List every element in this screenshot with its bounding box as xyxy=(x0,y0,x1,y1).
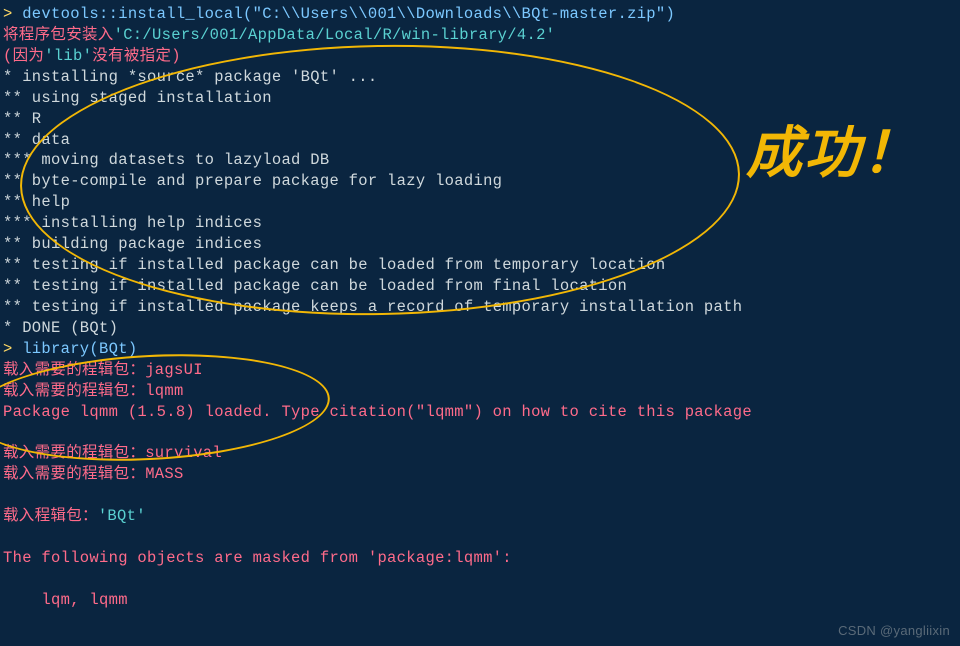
load-msg: 载入需要的程辑包：survival xyxy=(3,443,957,464)
prompt-char: > xyxy=(3,340,22,358)
success-annotation: 成功！ xyxy=(746,115,920,191)
mask-items: lqm, lqmm xyxy=(3,590,957,611)
prompt-char: > xyxy=(3,5,22,23)
install-output: *** installing help indices xyxy=(3,213,957,234)
mask-msg: The following objects are masked from 'p… xyxy=(3,548,957,569)
install-output: ** building package indices xyxy=(3,234,957,255)
install-output: ** testing if installed package can be l… xyxy=(3,276,957,297)
blank-line xyxy=(3,485,957,506)
install-msg-1: 将程序包安装入'C:/Users/001/AppData/Local/R/win… xyxy=(3,25,957,46)
command-line-1: > devtools::install_local("C:\\Users\\00… xyxy=(3,4,957,25)
load-msg: 载入需要的程辑包：jagsUI xyxy=(3,360,957,381)
terminal-output: > devtools::install_local("C:\\Users\\00… xyxy=(3,4,957,611)
blank-line xyxy=(3,422,957,443)
blank-line xyxy=(3,527,957,548)
blank-line xyxy=(3,569,957,590)
command-line-2: > library(BQt) xyxy=(3,339,957,360)
install-output: ** testing if installed package keeps a … xyxy=(3,297,957,318)
load-msg: 载入程辑包：'BQt' xyxy=(3,506,957,527)
install-output: ** using staged installation xyxy=(3,88,957,109)
load-msg: 载入需要的程辑包：lqmm xyxy=(3,381,957,402)
command-text: library(BQt) xyxy=(22,340,137,358)
watermark: CSDN @yangliixin xyxy=(838,622,950,640)
package-loaded-msg: Package lqmm (1.5.8) loaded. Type citati… xyxy=(3,402,957,423)
install-output: ** testing if installed package can be l… xyxy=(3,255,957,276)
install-output: * DONE (BQt) xyxy=(3,318,957,339)
install-msg-2: (因为'lib'没有被指定) xyxy=(3,46,957,67)
command-text: devtools::install_local("C:\\Users\\001\… xyxy=(22,5,675,23)
install-output: * installing *source* package 'BQt' ... xyxy=(3,67,957,88)
install-output: ** help xyxy=(3,192,957,213)
load-msg: 载入需要的程辑包：MASS xyxy=(3,464,957,485)
